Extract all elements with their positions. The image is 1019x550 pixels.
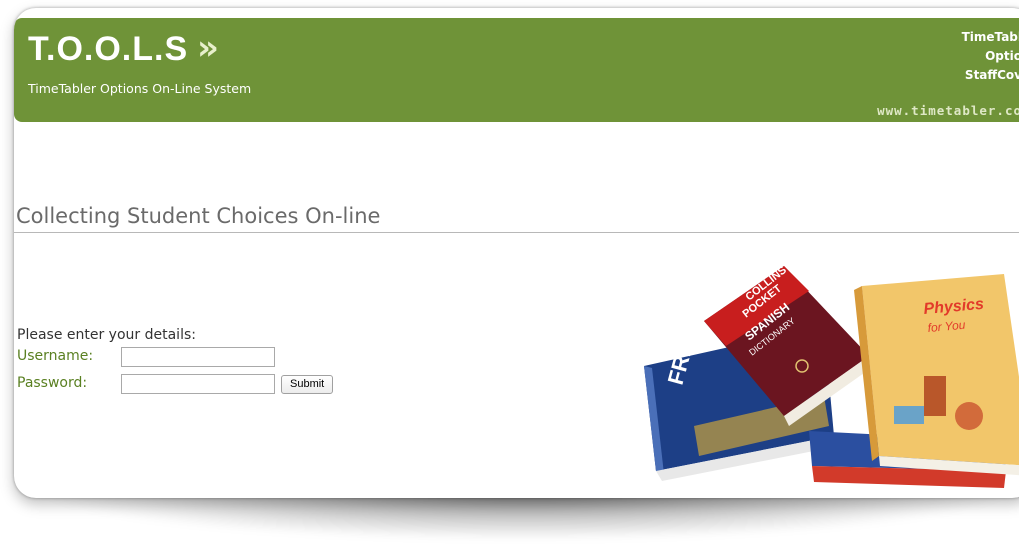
password-label: Password:: [17, 375, 88, 391]
textbooks-image: FRENC COLLINS POCKET SPANISH DICTIONARY …: [644, 266, 1019, 488]
submit-button[interactable]: Submit: [281, 375, 334, 394]
tagline: TimeTabler Options On-Line System: [28, 81, 252, 96]
double-chevron-icon: »: [197, 28, 219, 68]
username-input[interactable]: [121, 347, 275, 367]
physics-book: Physics for You: [854, 274, 1019, 476]
header-links: TimeTabl Optio StaffCov: [962, 28, 1019, 85]
page-card: T.O.O.L.S » TimeTabler Options On-Line S…: [14, 8, 1019, 498]
username-label: Username:: [17, 348, 94, 364]
heading-divider: [14, 232, 1019, 233]
header-link-options[interactable]: Optio: [962, 47, 1019, 66]
header-link-staffcover[interactable]: StaffCov: [962, 66, 1019, 85]
header-link-timetabler[interactable]: TimeTabl: [962, 28, 1019, 47]
login-prompt: Please enter your details:: [17, 327, 196, 343]
site-header: T.O.O.L.S » TimeTabler Options On-Line S…: [14, 18, 1019, 122]
site-url-link[interactable]: www.timetabler.co: [877, 103, 1019, 118]
password-input[interactable]: [121, 374, 275, 394]
logo-text[interactable]: T.O.O.L.S: [28, 30, 188, 69]
page-title: Collecting Student Choices On-line: [16, 204, 381, 228]
